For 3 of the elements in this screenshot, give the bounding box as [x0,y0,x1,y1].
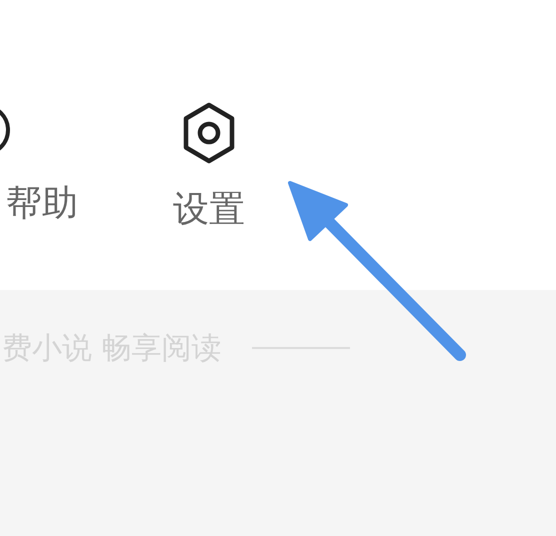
settings-icon [181,102,237,164]
menu-label[interactable]: 帮助 [6,184,78,224]
menu-label[interactable]: 设置 [173,190,245,230]
